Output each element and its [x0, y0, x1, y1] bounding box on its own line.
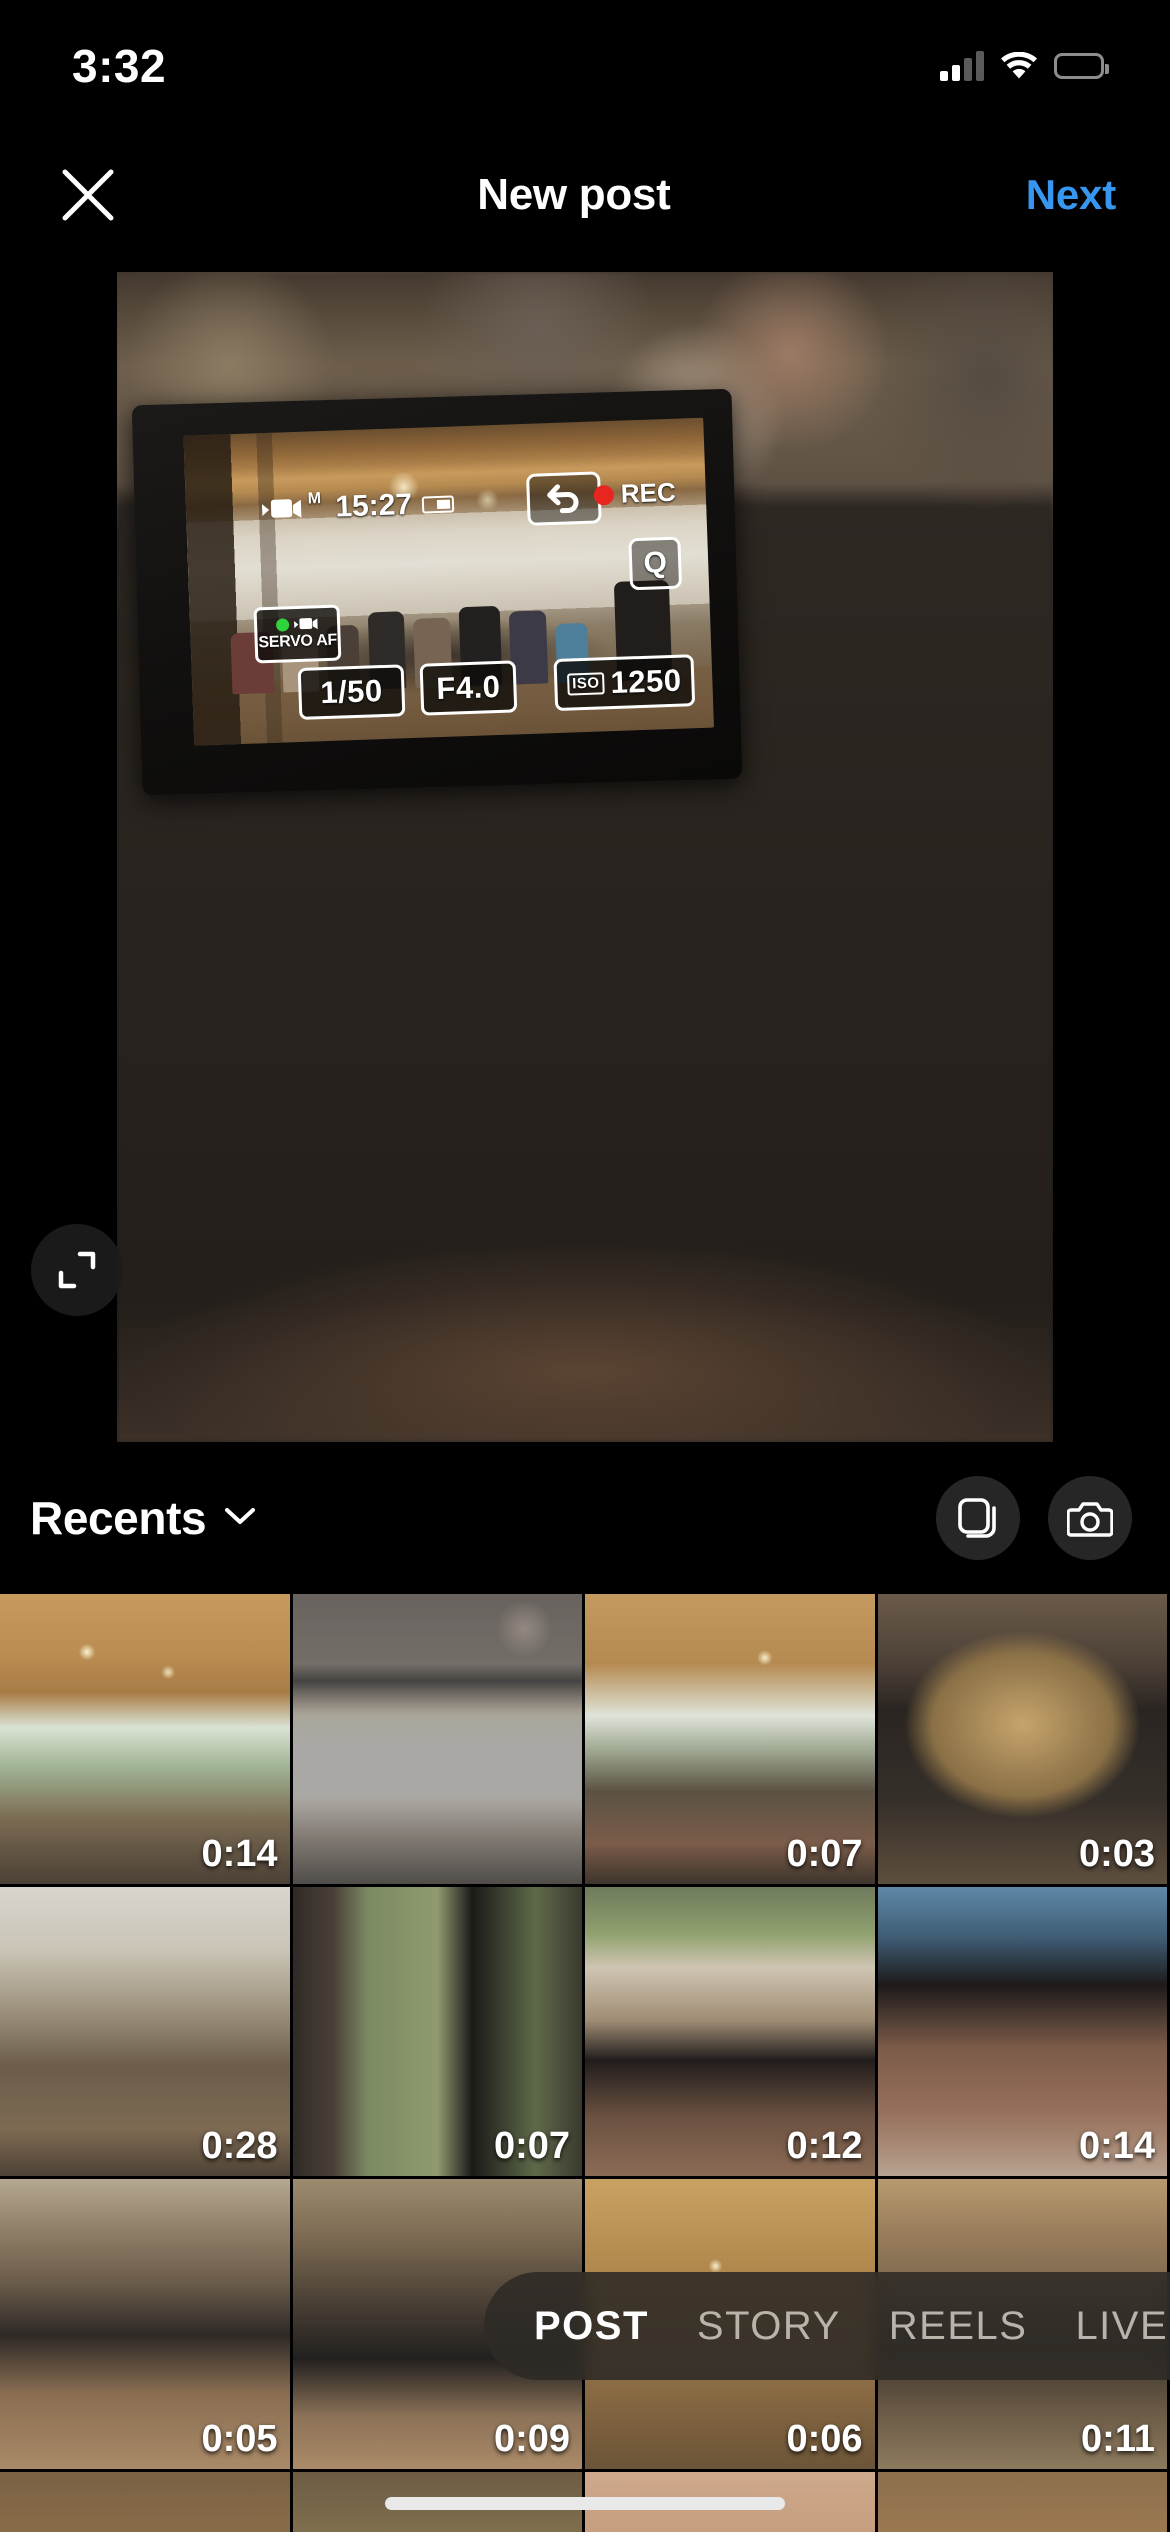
rec-label: REC: [620, 476, 677, 509]
cellular-signal-icon: [940, 51, 984, 81]
album-name: Recents: [30, 1492, 207, 1544]
video-duration: 0:28: [201, 2125, 278, 2167]
video-duration: 0:03: [1078, 1832, 1155, 1875]
camera-hud-top-left: M 15:27: [261, 486, 455, 527]
thumbnail-image: [877, 2471, 1167, 2532]
video-duration: 0:09: [493, 2417, 570, 2460]
camera-shutter-speed: 1/50: [297, 664, 406, 720]
list-item[interactable]: 0:14: [877, 1886, 1167, 2176]
mode-live[interactable]: LIVE: [1075, 2304, 1168, 2349]
list-item[interactable]: 0:05: [0, 2179, 290, 2469]
camera-servo-af-badge: SERVO AF: [253, 604, 342, 664]
media-preview-area[interactable]: M 15:27 REC Q SERVO AF 1/50 F4.0 ISO 125…: [0, 272, 1170, 1442]
camcorder-icon: [261, 497, 303, 522]
selected-media-preview[interactable]: M 15:27 REC Q SERVO AF 1/50 F4.0 ISO 125…: [117, 272, 1053, 1442]
camera-lcd-screen: M 15:27 REC Q SERVO AF 1/50 F4.0 ISO 125…: [183, 417, 714, 746]
list-item[interactable]: 0:12: [585, 1886, 875, 2176]
thumbnail-image: [292, 1594, 582, 1884]
list-item[interactable]: 0:14: [0, 1594, 290, 1884]
mode-reels[interactable]: REELS: [889, 2304, 1028, 2349]
gallery-toolbar: Recents: [0, 1442, 1170, 1594]
status-bar: 3:32: [0, 0, 1170, 118]
iso-value: 1250: [609, 662, 683, 701]
video-duration: 0:14: [1078, 2125, 1155, 2167]
list-item[interactable]: 0:07: [585, 1594, 875, 1884]
rec-dot-icon: [593, 484, 615, 506]
camera-timecode: 15:27: [334, 487, 413, 524]
list-item[interactable]: [292, 1594, 582, 1884]
servo-af-label: SERVO AF: [258, 631, 338, 652]
iso-tag-label: ISO: [566, 671, 605, 696]
mode-post[interactable]: POST: [534, 2304, 649, 2349]
camera-quick-menu-button: Q: [628, 536, 683, 591]
camera-rec-indicator: REC: [593, 477, 676, 511]
camera-aperture: F4.0: [419, 660, 518, 716]
expand-icon[interactable]: [31, 1224, 123, 1316]
list-item[interactable]: [877, 2471, 1167, 2532]
list-item[interactable]: 0:28: [0, 1886, 290, 2176]
list-item[interactable]: 0:03: [877, 1594, 1167, 1884]
video-duration: 0:05: [201, 2417, 278, 2460]
video-duration: 0:07: [493, 2125, 570, 2167]
servo-status-dot-icon: [275, 618, 290, 632]
video-duration: 0:14: [201, 1832, 278, 1875]
video-duration: 0:06: [786, 2417, 863, 2460]
undo-arrow-icon: [526, 471, 602, 526]
thumbnail-image: [0, 2471, 290, 2532]
chevron-down-icon: [224, 1506, 256, 1531]
album-selector[interactable]: Recents: [30, 1491, 256, 1545]
camera-battery-icon: [421, 494, 455, 514]
video-duration: 0:07: [786, 1832, 863, 1875]
page-title: New post: [477, 170, 671, 219]
wifi-icon: [1000, 52, 1038, 80]
status-indicators: [940, 51, 1109, 81]
battery-icon: [1054, 53, 1109, 79]
close-icon[interactable]: [48, 155, 128, 235]
video-duration: 0:12: [786, 2125, 863, 2167]
servo-af-icon-row: [275, 616, 318, 632]
multi-select-icon[interactable]: [936, 1476, 1020, 1560]
camera-mode-label: M: [307, 490, 322, 508]
camera-icon[interactable]: [1048, 1476, 1132, 1560]
instagram-new-post-screen: 3:32 New post Next M 15:27 REC Q SERVO A…: [0, 0, 1170, 2532]
video-duration: 0:11: [1081, 2417, 1155, 2460]
list-item[interactable]: [0, 2471, 290, 2532]
navigation-bar: New post Next: [0, 118, 1170, 272]
next-button[interactable]: Next: [1020, 161, 1122, 229]
list-item[interactable]: 0:07: [292, 1886, 582, 2176]
capture-mode-selector[interactable]: POST STORY REELS LIVE: [484, 2272, 1170, 2380]
camera-iso: ISO 1250: [553, 654, 696, 712]
status-time: 3:32: [72, 40, 167, 92]
home-indicator[interactable]: [385, 2497, 785, 2510]
camera-body-in-photo: M 15:27 REC Q SERVO AF 1/50 F4.0 ISO 125…: [131, 388, 743, 796]
media-grid[interactable]: 0:14 0:07 0:03 0:28 0:07 0:12 0:14 0:05 …: [0, 1594, 1170, 2532]
gallery-actions: [936, 1476, 1132, 1560]
mode-story[interactable]: STORY: [697, 2304, 841, 2349]
